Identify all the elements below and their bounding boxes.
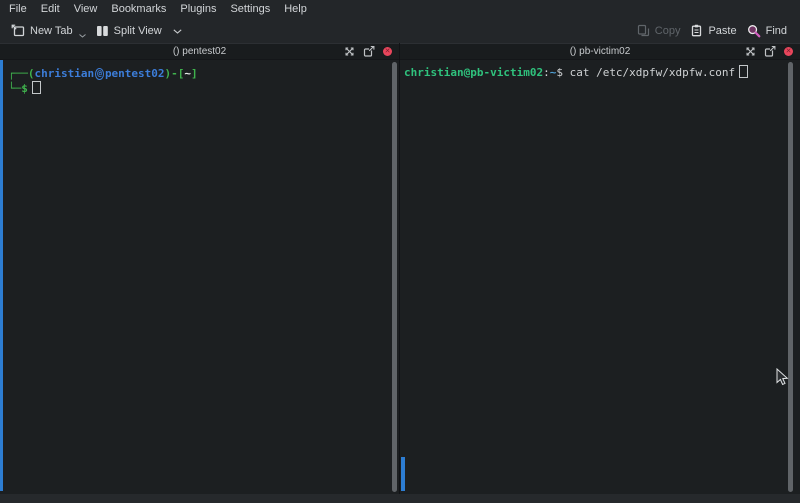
menu-view[interactable]: View xyxy=(67,2,105,16)
prompt-line-1: ┌──(christian@pentest02)-[~] xyxy=(8,67,399,81)
terminal-screen-pb-victim02[interactable]: christian@pb-victim02:~$ cat /etc/xdpfw/… xyxy=(400,60,800,494)
close-view-icon[interactable]: ✕ xyxy=(784,47,793,56)
command-text: cat /etc/xdpfw/xdpfw.conf xyxy=(570,66,736,79)
prompt-line: christian@pb-victim02:~$ cat /etc/xdpfw/… xyxy=(404,65,800,80)
menu-file[interactable]: File xyxy=(2,2,34,16)
find-button[interactable]: Find xyxy=(742,21,792,41)
prompt-line-2: └─$ xyxy=(8,81,399,96)
pane-title: () pentest02 xyxy=(173,46,226,57)
right-pane-scrollbar[interactable] xyxy=(788,62,793,492)
copy-icon xyxy=(637,24,650,37)
menu-bookmarks[interactable]: Bookmarks xyxy=(104,2,173,16)
terminal-pane-pb-victim02: () pb-victim02 ✕ christian@pb- xyxy=(400,43,800,494)
find-label: Find xyxy=(766,25,787,37)
menu-settings[interactable]: Settings xyxy=(223,2,277,16)
split-view-label: Split View xyxy=(114,25,162,37)
copy-label: Copy xyxy=(655,25,681,37)
new-tab-button[interactable]: New Tab xyxy=(6,21,91,40)
paste-button[interactable]: Paste xyxy=(685,21,741,40)
terminal-screen-pentest02[interactable]: ┌──(christian@pentest02)-[~] └─$ xyxy=(0,60,399,494)
new-tab-dropdown-caret-icon xyxy=(79,29,86,41)
window-bottom-edge xyxy=(0,494,800,503)
pane-accent-bar-partial xyxy=(401,457,405,491)
active-pane-accent-bar xyxy=(0,60,3,491)
close-view-icon[interactable]: ✕ xyxy=(383,47,392,56)
split-view-button[interactable]: Split View xyxy=(91,22,187,40)
left-pane-scrollbar[interactable] xyxy=(392,62,397,492)
pane-header-pentest02[interactable]: () pentest02 ✕ xyxy=(0,43,399,60)
maximize-view-icon[interactable] xyxy=(745,46,756,57)
split-view-chevron-down-icon xyxy=(173,25,182,37)
maximize-view-icon[interactable] xyxy=(344,46,355,57)
split-view-icon xyxy=(96,25,109,37)
search-magnifier-icon xyxy=(747,24,761,38)
terminal-cursor xyxy=(739,65,748,78)
tab-new-icon xyxy=(11,24,25,37)
kali-circled-at-glyph: @ xyxy=(95,68,104,80)
menu-help[interactable]: Help xyxy=(277,2,314,16)
menu-plugins[interactable]: Plugins xyxy=(173,2,223,16)
toolbar: New Tab Split View Copy xyxy=(0,18,800,43)
terminal-pane-pentest02: () pentest02 ✕ ┌──(chri xyxy=(0,43,400,494)
pane-header-pb-victim02[interactable]: () pb-victim02 ✕ xyxy=(400,43,800,60)
copy-button[interactable]: Copy xyxy=(632,21,686,40)
split-container: () pentest02 ✕ ┌──(chri xyxy=(0,43,800,494)
terminal-cursor xyxy=(32,81,41,94)
paste-label: Paste xyxy=(708,25,736,37)
pane-title: () pb-victim02 xyxy=(570,46,631,57)
new-tab-label: New Tab xyxy=(30,25,73,37)
menu-edit[interactable]: Edit xyxy=(34,2,67,16)
detach-view-icon[interactable] xyxy=(764,46,776,57)
menu-bar: File Edit View Bookmarks Plugins Setting… xyxy=(0,0,800,18)
paste-clipboard-icon xyxy=(690,24,703,37)
detach-view-icon[interactable] xyxy=(363,46,375,57)
